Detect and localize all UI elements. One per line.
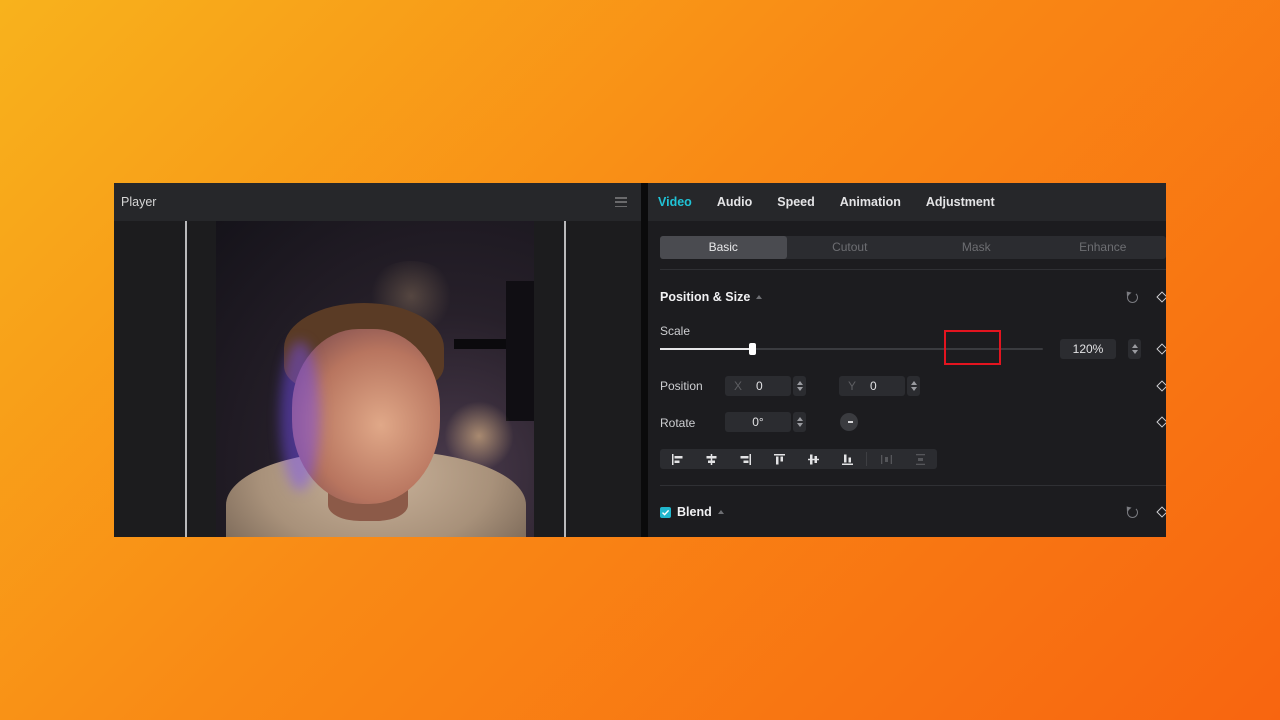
subtab-basic[interactable]: Basic <box>660 236 787 259</box>
x-prefix: X <box>734 379 743 393</box>
hamburger-menu-icon[interactable] <box>615 197 627 207</box>
player-header: Player <box>114 183 641 221</box>
distribute-horizontal-icon[interactable] <box>869 449 903 469</box>
position-y-input[interactable]: Y 0 <box>839 376 905 396</box>
align-center-horizontal-icon[interactable] <box>694 449 728 469</box>
position-y-value: 0 <box>870 379 877 393</box>
tab-adjustment[interactable]: Adjustment <box>926 195 995 209</box>
section-divider <box>660 485 1166 486</box>
position-label: Position <box>660 379 703 393</box>
section-divider <box>660 269 1166 270</box>
player-viewport[interactable] <box>114 221 641 537</box>
collapse-caret-icon <box>756 295 763 299</box>
video-subtabs: Basic Cutout Mask Enhance <box>660 236 1166 259</box>
properties-panel: Video Audio Speed Animation Adjustment B… <box>648 183 1166 537</box>
property-tabs: Video Audio Speed Animation Adjustment <box>648 183 1166 221</box>
scale-slider-thumb[interactable] <box>748 343 756 355</box>
rotate-stepper[interactable] <box>793 412 806 432</box>
rotate-label: Rotate <box>660 416 696 430</box>
position-x-input[interactable]: X 0 <box>725 376 791 396</box>
rotate-keyframe-icon[interactable] <box>1155 415 1166 429</box>
align-top-icon[interactable] <box>762 449 796 469</box>
scale-value: 120% <box>1072 342 1104 356</box>
tab-video[interactable]: Video <box>658 195 692 209</box>
rotate-value: 0° <box>752 415 764 429</box>
panel-divider[interactable] <box>641 183 648 537</box>
position-x-value: 0 <box>756 379 763 393</box>
toolbar-separator <box>866 452 867 466</box>
video-preview-frame[interactable] <box>216 221 534 537</box>
align-center-vertical-icon[interactable] <box>796 449 830 469</box>
distribute-vertical-icon[interactable] <box>903 449 937 469</box>
rotate-dial-icon[interactable] <box>840 413 858 431</box>
background-shelf <box>506 281 534 421</box>
scale-value-highlight-box <box>944 330 1001 365</box>
position-x-stepper[interactable] <box>793 376 806 396</box>
tab-audio[interactable]: Audio <box>717 195 752 209</box>
blend-section-header[interactable]: Blend <box>660 505 724 519</box>
player-title: Player <box>121 195 157 209</box>
scale-keyframe-icon[interactable] <box>1155 342 1166 356</box>
tab-speed[interactable]: Speed <box>777 195 815 209</box>
safe-area-guide-right <box>564 221 566 537</box>
rotate-input[interactable]: 0° <box>725 412 791 432</box>
keyframe-icon[interactable] <box>1155 290 1166 304</box>
position-size-section-header[interactable]: Position & Size <box>660 290 763 304</box>
blend-checkbox[interactable] <box>660 506 671 518</box>
scale-label: Scale <box>660 324 691 338</box>
y-prefix: Y <box>848 379 857 393</box>
subtab-cutout[interactable]: Cutout <box>787 236 914 259</box>
position-size-title: Position & Size <box>660 290 751 304</box>
align-bottom-icon[interactable] <box>830 449 864 469</box>
scale-slider-fill <box>660 348 752 350</box>
player-panel: Player <box>114 183 641 537</box>
blend-keyframe-icon[interactable] <box>1155 505 1166 519</box>
subtab-enhance[interactable]: Enhance <box>1040 236 1167 259</box>
editor-window: Player Video Audio Speed Animation Adjus… <box>114 183 1166 537</box>
subtab-mask[interactable]: Mask <box>913 236 1040 259</box>
blend-reset-icon[interactable] <box>1125 505 1139 519</box>
position-y-stepper[interactable] <box>907 376 920 396</box>
alignment-toolbar <box>660 449 937 469</box>
scale-stepper[interactable] <box>1128 339 1141 359</box>
scale-input[interactable]: 120% <box>1060 339 1116 359</box>
blend-title: Blend <box>677 505 712 519</box>
align-left-icon[interactable] <box>660 449 694 469</box>
purple-rim-light <box>280 341 320 491</box>
safe-area-guide-left <box>185 221 187 537</box>
align-right-icon[interactable] <box>728 449 762 469</box>
position-keyframe-icon[interactable] <box>1155 379 1166 393</box>
collapse-caret-icon <box>717 510 724 514</box>
reset-icon[interactable] <box>1125 290 1139 304</box>
tab-animation[interactable]: Animation <box>840 195 901 209</box>
